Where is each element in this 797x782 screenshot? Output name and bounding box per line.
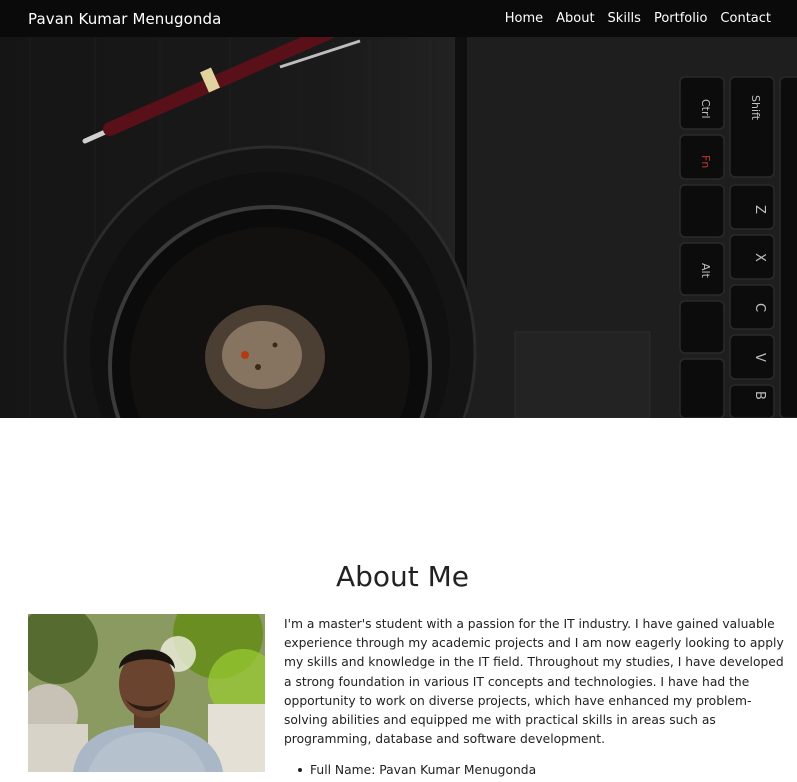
fact-full-name-text: Full Name: Pavan Kumar Menugonda	[310, 763, 537, 777]
about-heading: About Me	[335, 560, 470, 593]
key-alt: Alt	[699, 263, 712, 279]
nav-link-contact[interactable]: Contact	[720, 11, 771, 26]
top-navbar: Pavan Kumar Menugonda Home About Skills …	[0, 0, 797, 37]
bullet-icon	[298, 768, 302, 772]
nav-link-skills[interactable]: Skills	[608, 11, 641, 26]
nav-link-portfolio[interactable]: Portfolio	[654, 11, 707, 26]
hero-banner-image: Ctrl Shift Fn Z X Alt C V B	[0, 37, 797, 418]
key-c: C	[752, 303, 767, 312]
brand-link[interactable]: Pavan Kumar Menugonda	[28, 10, 221, 28]
nav-links: Home About Skills Portfolio Contact	[505, 11, 771, 26]
about-paragraph: I'm a master's student with a passion fo…	[284, 617, 784, 747]
profile-photo-illustration	[28, 614, 265, 772]
fact-full-name: Full Name: Pavan Kumar Menugonda	[298, 763, 536, 777]
key-x: X	[752, 253, 767, 262]
key-z: Z	[752, 205, 767, 214]
nav-link-about[interactable]: About	[556, 11, 594, 26]
desk-photo-illustration: Ctrl Shift Fn Z X Alt C V B	[29, 37, 797, 418]
key-v: V	[752, 353, 767, 362]
key-ctrl: Ctrl	[699, 99, 712, 119]
nav-link-home[interactable]: Home	[505, 11, 543, 26]
key-b: B	[752, 391, 767, 400]
about-facts-list: Full Name: Pavan Kumar Menugonda	[298, 763, 536, 777]
key-fn: Fn	[699, 155, 712, 168]
laptop-keyboard	[679, 76, 797, 418]
coffee-cup	[63, 145, 477, 418]
key-shift: Shift	[749, 95, 762, 121]
profile-photo	[28, 614, 265, 772]
pen	[82, 37, 361, 144]
